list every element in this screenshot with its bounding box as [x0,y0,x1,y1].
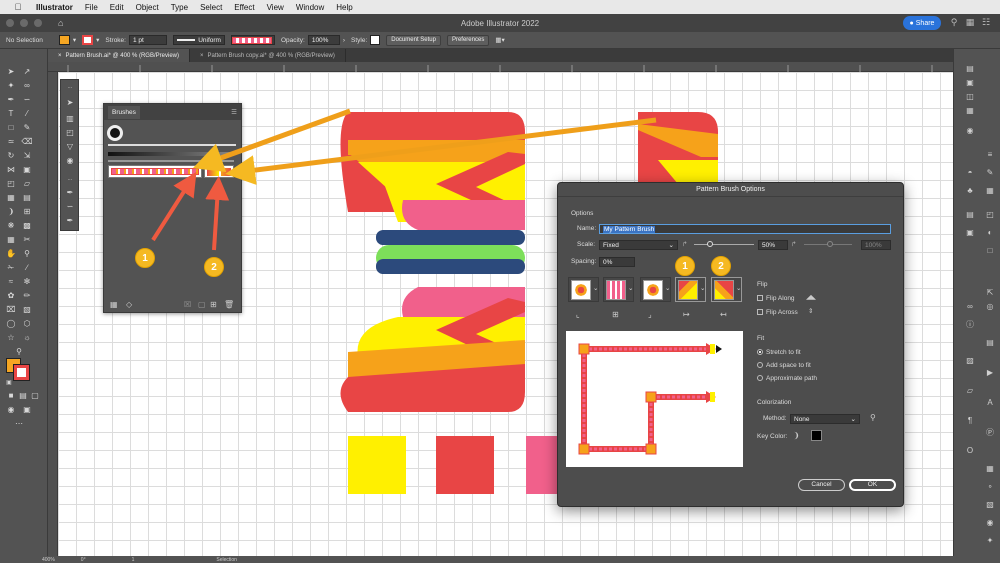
red-arrow-side-tile [151,171,197,242]
annotation-overlay [151,108,657,251]
rotate-view[interactable]: 0° [81,557,86,563]
annotation-badge-1-dialog: 1 [675,256,695,276]
tool-status[interactable]: Selection [216,557,237,563]
red-arrow-end-tile [205,176,230,251]
status-bar: 400% 0° 1 Selection [0,556,1000,563]
annotation-badge-2-dialog: 2 [711,256,731,276]
artboard-navigator[interactable]: 1 [132,557,135,563]
annotation-badge-1: 1 [135,248,155,268]
zoom-level[interactable]: 400% [42,557,55,563]
yellow-arrow-side [192,108,351,172]
annotation-badge-2: 2 [204,257,224,277]
